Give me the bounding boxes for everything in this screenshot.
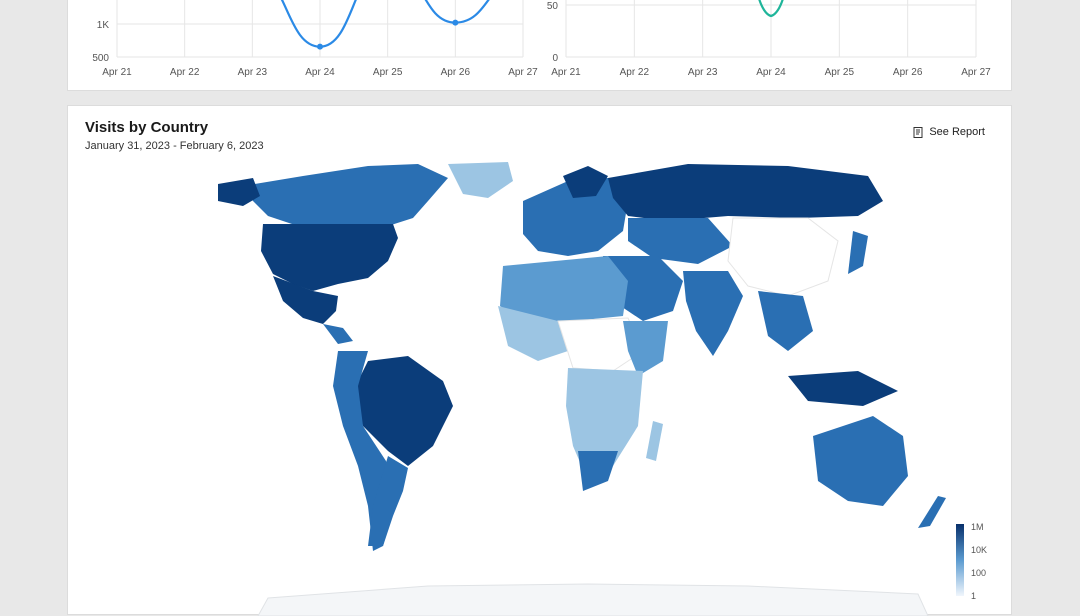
world-choropleth-map: 1M 10K 100 1	[218, 162, 987, 616]
legend-label: 100	[971, 568, 986, 578]
visits-line-chart: Apr 21 Apr 22 Apr 23 Apr 24 Apr 25 Apr 26 Apr …	[92, 0, 538, 78]
y-tick-label: 0	[552, 53, 558, 64]
map-region-australia[interactable]	[813, 416, 908, 506]
map-region-japan[interactable]	[848, 231, 868, 274]
x-tick-label: Apr 24	[305, 67, 335, 78]
x-tick-label: Apr 21	[551, 67, 581, 78]
x-tick-label: Apr 23	[688, 67, 718, 78]
visits-by-country-card: 1M 10K 100 1 Visits by Country January 3…	[67, 105, 1012, 616]
data-point	[452, 19, 459, 26]
y-tick-label: 1K	[97, 20, 110, 31]
x-tick-label: Apr 24	[756, 67, 786, 78]
x-tick-label: Apr 26	[441, 67, 471, 78]
continents-layer	[218, 162, 946, 616]
map-region-indonesia[interactable]	[788, 371, 898, 406]
map-region-south-africa[interactable]	[578, 451, 618, 491]
map-region-antarctica[interactable]	[257, 583, 929, 616]
map-region-madagascar[interactable]	[646, 421, 663, 461]
date-range: January 31, 2023 - February 6, 2023	[85, 140, 264, 152]
map-region-canada[interactable]	[243, 164, 448, 228]
map-region-india[interactable]	[683, 271, 743, 356]
y-tick-label: 50	[547, 1, 559, 12]
legend-label: 1	[971, 591, 976, 601]
x-tick-label: Apr 21	[102, 67, 132, 78]
see-report-button[interactable]: See Report	[913, 126, 985, 138]
x-tick-label: Apr 25	[825, 67, 855, 78]
document-icon	[913, 126, 923, 138]
legend-label: 10K	[971, 545, 987, 555]
x-tick-label: Apr 22	[170, 67, 200, 78]
map-region-east-africa[interactable]	[623, 321, 668, 376]
x-tick-label: Apr 27	[508, 67, 538, 78]
map-region-greenland[interactable]	[448, 162, 513, 198]
x-tick-label: Apr 23	[238, 67, 268, 78]
data-point	[317, 43, 323, 50]
legend-label: 1M	[971, 522, 984, 532]
map-region-central-america[interactable]	[323, 324, 353, 344]
trend-charts-card: Apr 21 Apr 22 Apr 23 Apr 24 Apr 25 Apr 26 Apr …	[67, 0, 1012, 91]
card-title: Visits by Country	[85, 119, 209, 136]
secondary-line-chart: Apr 21 Apr 22 Apr 23 Apr 24 Apr 25 Apr 26 Apr …	[547, 0, 991, 78]
map-legend: 1M 10K 100 1	[956, 522, 987, 601]
map-region-new-zealand[interactable]	[918, 496, 946, 528]
map-region-russia[interactable]	[608, 164, 883, 221]
x-tick-label: Apr 27	[961, 67, 991, 78]
x-tick-label: Apr 25	[373, 67, 403, 78]
map-region-china[interactable]	[727, 217, 839, 297]
see-report-label: See Report	[929, 126, 985, 138]
y-tick-label: 500	[92, 53, 109, 64]
legend-color-scale	[956, 524, 964, 596]
map-region-alaska[interactable]	[218, 178, 260, 206]
map-region-southeast-asia[interactable]	[758, 291, 813, 351]
x-tick-label: Apr 26	[893, 67, 923, 78]
x-tick-label: Apr 22	[620, 67, 650, 78]
